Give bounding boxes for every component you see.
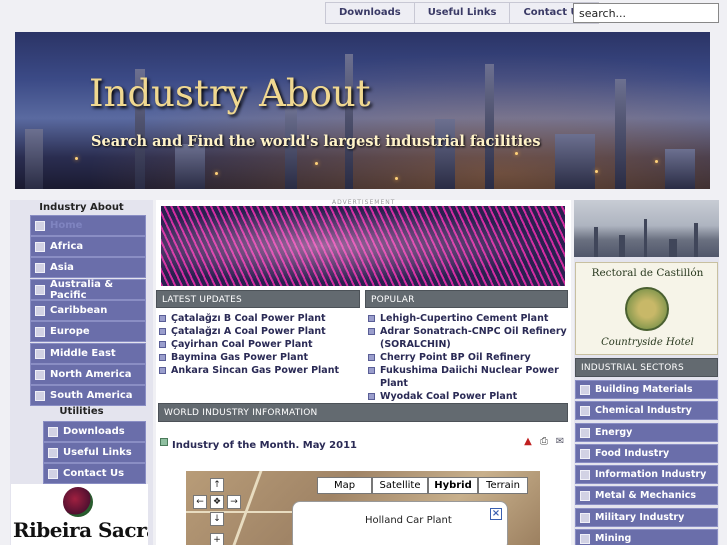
top-nav-useful-links[interactable]: Useful Links xyxy=(415,3,511,23)
sector-energy[interactable]: Energy xyxy=(575,423,718,442)
sector-metal-mechanics[interactable]: Metal & Mechanics xyxy=(575,486,718,505)
sidebar-item-home[interactable]: Home xyxy=(30,215,146,236)
popular-heading: POPULAR xyxy=(365,290,568,308)
sidebar-item-africa[interactable]: Africa xyxy=(30,236,146,257)
site-tagline: Search and Find the world's largest indu… xyxy=(91,133,541,150)
hotel-name: Rectoral de Castillón xyxy=(591,267,704,279)
map-type-terrain[interactable]: Terrain xyxy=(478,477,528,494)
sidebar-item-europe[interactable]: Europe xyxy=(30,321,146,342)
list-item[interactable]: Ankara Sincan Gas Power Plant xyxy=(159,364,364,377)
list-item[interactable]: Çayirhan Coal Power Plant xyxy=(159,338,364,351)
sector-information-industry[interactable]: Information Industry xyxy=(575,465,718,484)
sector-chemical-industry[interactable]: Chemical Industry xyxy=(575,401,718,420)
pan-up-icon[interactable]: ↑ xyxy=(210,478,224,492)
sidebar-item-caribbean[interactable]: Caribbean xyxy=(30,300,146,321)
sidebar-item-middle-east[interactable]: Middle East xyxy=(30,343,146,364)
email-icon[interactable]: ✉ xyxy=(554,436,566,448)
list-item[interactable]: Lehigh-Cupertino Cement Plant xyxy=(368,312,570,325)
zoom-in-icon[interactable]: + xyxy=(210,533,224,545)
hotel-tagline: Countryside Hotel xyxy=(601,337,694,348)
ribeira-ad-text: Ribeira Sacra xyxy=(13,518,148,542)
list-item[interactable]: Fukushima Daiichi Nuclear Power Plant xyxy=(368,364,570,390)
pdf-icon[interactable]: ▲ xyxy=(522,436,534,448)
industrial-skyline-image xyxy=(574,200,719,257)
google-map[interactable]: Map Satellite Hybrid Terrain ← ❖ → ↑ ↓ +… xyxy=(186,471,540,545)
list-item[interactable]: Adrar Sonatrach-CNPC Oil Refinery (SORAL… xyxy=(368,325,570,351)
article-icon xyxy=(160,438,168,446)
sidebar-item-australia-pacific[interactable]: Australia & Pacific xyxy=(30,279,146,301)
top-nav: Downloads Useful Links Contact Us xyxy=(325,2,599,24)
left-sidebar: Industry About Home Africa Asia Australi… xyxy=(10,200,153,545)
list-item[interactable]: Çatalağzı B Coal Power Plant xyxy=(159,312,364,325)
map-popup-title: Holland Car Plant xyxy=(365,515,452,526)
print-icon[interactable]: ⎙ xyxy=(538,436,550,448)
top-nav-downloads[interactable]: Downloads xyxy=(326,3,415,23)
list-item[interactable]: Cherry Point BP Oil Refinery xyxy=(368,351,570,364)
utilities-heading: Utilities xyxy=(59,406,104,417)
sidebar-item-south-america[interactable]: South America xyxy=(30,385,146,406)
popular-list: Lehigh-Cupertino Cement Plant Adrar Sona… xyxy=(368,312,570,403)
site-banner: Industry About Search and Find the world… xyxy=(15,32,710,189)
search-input[interactable] xyxy=(573,3,719,23)
main-content: ADVERTISEMENT LATEST UPDATES Çatalağzı B… xyxy=(156,199,571,545)
map-type-hybrid[interactable]: Hybrid xyxy=(428,477,478,494)
ad-label: ADVERTISEMENT xyxy=(332,199,396,206)
latest-updates-heading: LATEST UPDATES xyxy=(156,290,360,308)
list-item[interactable]: Çatalağzı A Coal Power Plant xyxy=(159,325,364,338)
pan-down-icon[interactable]: ↓ xyxy=(210,512,224,526)
pan-left-icon[interactable]: ← xyxy=(193,495,207,509)
right-sidebar: Rectoral de Castillón Countryside Hotel … xyxy=(574,200,719,545)
pan-center-icon[interactable]: ❖ xyxy=(210,495,224,509)
latest-updates-list: Çatalağzı B Coal Power Plant Çatalağzı A… xyxy=(159,312,364,377)
sidebar-heading: Industry About xyxy=(39,202,124,213)
banner-skyline xyxy=(25,129,43,189)
sidebar-item-north-america[interactable]: North America xyxy=(30,364,146,385)
sidebar-item-asia[interactable]: Asia xyxy=(30,257,146,278)
map-type-satellite[interactable]: Satellite xyxy=(372,477,428,494)
utility-contact-us[interactable]: Contact Us xyxy=(43,463,146,484)
advertisement-banner[interactable] xyxy=(161,206,565,286)
sector-building-materials[interactable]: Building Materials xyxy=(575,380,718,399)
utility-useful-links[interactable]: Useful Links xyxy=(43,442,146,463)
ribeira-sacra-ad[interactable]: Ribeira Sacra xyxy=(11,484,148,545)
utility-downloads[interactable]: Downloads xyxy=(43,421,146,442)
map-info-window: Holland Car Plant × xyxy=(292,501,508,545)
list-item[interactable]: Wyodak Coal Power Plant xyxy=(368,390,570,403)
industrial-sectors-heading: INDUSTRIAL SECTORS xyxy=(575,358,718,377)
hotel-ad[interactable]: Rectoral de Castillón Countryside Hotel xyxy=(575,262,718,355)
sector-food-industry[interactable]: Food Industry xyxy=(575,444,718,463)
map-type-map[interactable]: Map xyxy=(317,477,372,494)
sector-mining[interactable]: Mining xyxy=(575,529,718,545)
world-industry-heading: WORLD INDUSTRY INFORMATION xyxy=(158,403,568,422)
sector-military-industry[interactable]: Military Industry xyxy=(575,508,718,527)
pan-right-icon[interactable]: → xyxy=(227,495,241,509)
site-title: Industry About xyxy=(89,72,371,115)
ribeira-logo-icon xyxy=(63,487,93,517)
list-item[interactable]: Baymina Gas Power Plant xyxy=(159,351,364,364)
close-icon[interactable]: × xyxy=(490,508,502,520)
castle-logo-icon xyxy=(625,287,669,331)
article-title[interactable]: Industry of the Month. May 2011 xyxy=(172,440,357,451)
